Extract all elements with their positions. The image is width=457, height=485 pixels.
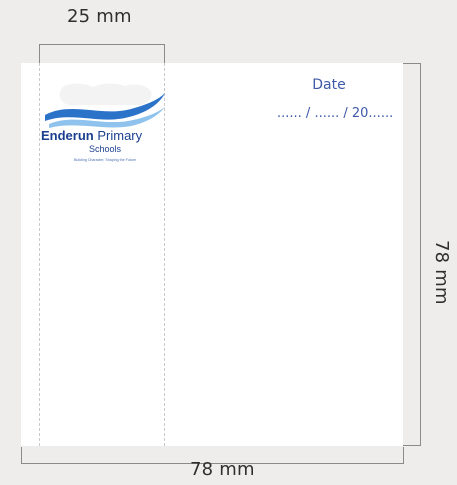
logo-name-regular: Primary	[93, 128, 143, 143]
bottom-dimension-label: 78 mm	[190, 459, 255, 480]
bottom-dimension-tick-right	[403, 447, 404, 464]
right-dimension-tick-bottom	[402, 445, 421, 446]
date-placeholder: ...... / ...... / 20......	[277, 106, 394, 121]
right-dimension-line	[420, 63, 421, 446]
logo-tagline: Building Character, Shaping the Future	[74, 158, 136, 162]
right-dimension-tick-top	[402, 63, 421, 64]
right-dimension-label: 78 mm	[431, 240, 452, 305]
top-dimension-tick-right	[164, 44, 165, 64]
bottom-dimension-tick-left	[21, 447, 22, 464]
canvas: 25 mm 78 mm 78 mm Enderun Primary School…	[0, 0, 457, 485]
logo-name: Enderun Primary	[41, 128, 169, 143]
logo-schools: Schools	[88, 144, 122, 154]
top-dimension-label: 25 mm	[67, 6, 132, 27]
top-dimension-line	[39, 44, 165, 45]
logo-name-bold: Enderun	[41, 128, 94, 143]
logo-wave-icon	[45, 83, 165, 128]
school-logo: Enderun Primary Schools Building Charact…	[41, 81, 169, 181]
paper-sheet: Enderun Primary Schools Building Charact…	[21, 63, 403, 446]
top-dimension-tick-left	[39, 44, 40, 64]
date-label: Date	[312, 77, 346, 93]
fold-line-left	[39, 63, 40, 446]
